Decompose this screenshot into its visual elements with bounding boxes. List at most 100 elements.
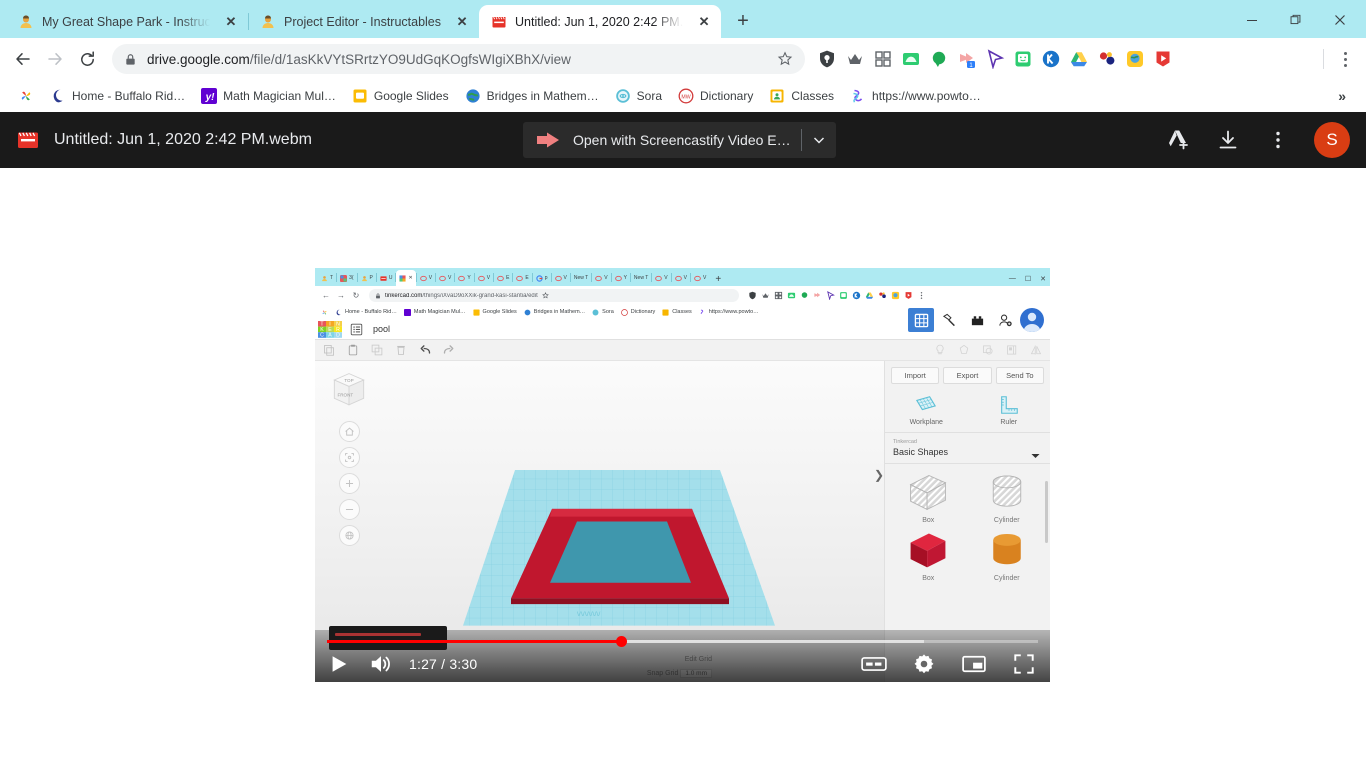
molecule-icon[interactable] [1097,49,1117,69]
inner-tab-7[interactable]: Y [455,270,473,286]
tinkercad-logo[interactable]: T I N K E R C A D [315,319,345,340]
bookmark-item-7[interactable]: Classes [761,85,842,107]
volume-button[interactable] [367,650,395,678]
bookmarks-overflow-button[interactable]: » [1328,88,1356,104]
inner-bookmark-5[interactable]: Sora [592,309,614,316]
browser-tab-1[interactable]: Project Editor - Instructables ✕ [248,5,479,38]
view-cube[interactable]: TOP FRONT [327,369,371,413]
download-icon[interactable] [1208,120,1248,160]
inner-bookmark-3[interactable]: Google Slides [472,308,517,316]
crown-icon[interactable] [845,49,865,69]
inner-forward-button[interactable]: → [335,290,347,302]
forward-button[interactable] [40,44,70,74]
drive-triangle-icon[interactable] [865,291,874,300]
hammer-icon[interactable] [936,308,962,332]
cursor-arrow-icon[interactable] [985,49,1005,69]
back-button[interactable] [8,44,38,74]
inner-bookmark-1[interactable]: Home - Buffalo Rid… [335,309,397,316]
inner-address-bar[interactable]: tinkercad.com/things/iXvaD9oXXik-grand-k… [369,289,739,302]
inner-reload-button[interactable]: ↻ [350,290,362,302]
video-progress-bar[interactable] [327,636,1038,647]
undo-icon[interactable] [419,344,431,356]
inner-close-button[interactable]: ✕ [1040,275,1046,283]
paste-icon[interactable] [347,344,359,356]
pink-share-icon[interactable]: 1 [957,49,977,69]
ruler-tool[interactable]: Ruler [968,394,1051,426]
inner-tab-close-icon[interactable]: ✕ [408,275,412,281]
inner-bookmark-2[interactable]: Math Magician Mul… [403,308,466,316]
green-balloon-icon[interactable] [800,291,809,300]
inner-tab-8[interactable]: V [475,270,493,286]
mirror-icon[interactable] [1030,344,1042,356]
inner-tab-3[interactable]: U [377,270,396,286]
inner-tab-0[interactable]: T [318,270,336,286]
avatar[interactable]: S [1314,122,1350,158]
star-icon[interactable] [777,51,793,67]
inner-bookmark-7[interactable]: Classes [662,308,692,316]
inner-chrome-menu-icon[interactable] [917,291,926,300]
workplane-tool[interactable]: Workplane [885,394,968,426]
duplicate-icon[interactable] [371,344,383,356]
yellow-globe-icon[interactable] [891,291,900,300]
redo-icon[interactable] [443,344,455,356]
copy-icon[interactable] [323,344,335,356]
grid-apps-icon[interactable] [873,49,893,69]
bookmark-item-1[interactable]: Home - Buffalo Rid… [42,85,193,107]
captions-button[interactable] [860,650,888,678]
inner-tab-4[interactable]: ✕ [396,270,416,286]
green-hill-icon[interactable] [787,291,796,300]
inner-tab-19[interactable]: V [691,270,709,286]
green-balloon-icon[interactable] [929,49,949,69]
crown-icon[interactable] [761,291,770,300]
shape-library-selector[interactable]: Tinkercad Basic Shapes [885,433,1050,464]
green-chat-icon[interactable] [839,291,848,300]
inner-tab-6[interactable]: V [436,270,454,286]
inner-bookmark-0[interactable] [321,309,328,316]
close-button[interactable] [1318,6,1362,34]
red-play-icon[interactable] [1153,49,1173,69]
tab-close-icon[interactable]: ✕ [222,13,240,31]
chevron-down-icon[interactable] [1031,446,1040,464]
bookmark-item-0[interactable] [10,85,42,107]
light-icon[interactable] [934,344,946,356]
inner-bookmark-4[interactable]: Bridges in Mathem… [524,309,585,316]
fit-view-icon[interactable] [338,447,360,468]
shape-item-cylinder-orange[interactable]: Cylinder [968,528,1047,582]
shape-icon[interactable] [958,344,970,356]
progress-knob[interactable] [616,636,628,647]
star-icon[interactable] [541,292,549,299]
open-with-button[interactable]: Open with Screencastify Video E… [523,122,836,158]
play-button[interactable] [325,650,353,678]
shape-library-scrollbar[interactable] [1045,481,1048,543]
shape-item-box-red[interactable]: Box [889,528,968,582]
inner-bookmark-8[interactable]: https://www.powto… [699,309,759,316]
inner-new-tab-button[interactable]: + [715,274,721,285]
add-person-icon[interactable] [992,308,1018,332]
bookmark-item-5[interactable]: Sora [607,85,670,107]
inner-tab-13[interactable]: New T [571,270,591,286]
green-hill-icon[interactable] [901,49,921,69]
drive-triangle-icon[interactable] [1069,49,1089,69]
green-chat-icon[interactable] [1013,49,1033,69]
video-player[interactable]: T 3( P U ✕ V V Y V E E p V New T V Y New… [315,268,1050,682]
inner-tab-10[interactable]: E [513,270,531,286]
profile-avatar[interactable] [1020,308,1044,332]
minimize-button[interactable] [1230,6,1274,34]
export-button[interactable]: Export [943,367,992,384]
bookmark-item-8[interactable]: https://www.powto… [842,85,989,107]
more-options-icon[interactable] [1258,120,1298,160]
align-icon[interactable] [1006,344,1018,356]
address-bar[interactable]: drive.google.com/file/d/1asKkVYtSRrtzYO9… [112,44,805,74]
kami-k-icon[interactable] [852,291,861,300]
browser-tab-0[interactable]: My Great Shape Park - Instructab ✕ [6,5,248,38]
kami-k-icon[interactable] [1041,49,1061,69]
chevron-down-icon[interactable] [802,122,836,158]
inner-tab-17[interactable]: V [652,270,670,286]
molecule-icon[interactable] [878,291,887,300]
panel-expand-chevron-icon[interactable]: ❯ [874,468,884,482]
tinkercad-project-name[interactable]: pool [373,324,390,334]
cursor-arrow-icon[interactable] [826,291,835,300]
send-to-button[interactable]: Send To [995,367,1044,384]
home-icon[interactable] [338,421,360,442]
inner-tab-2[interactable]: P [358,270,376,286]
